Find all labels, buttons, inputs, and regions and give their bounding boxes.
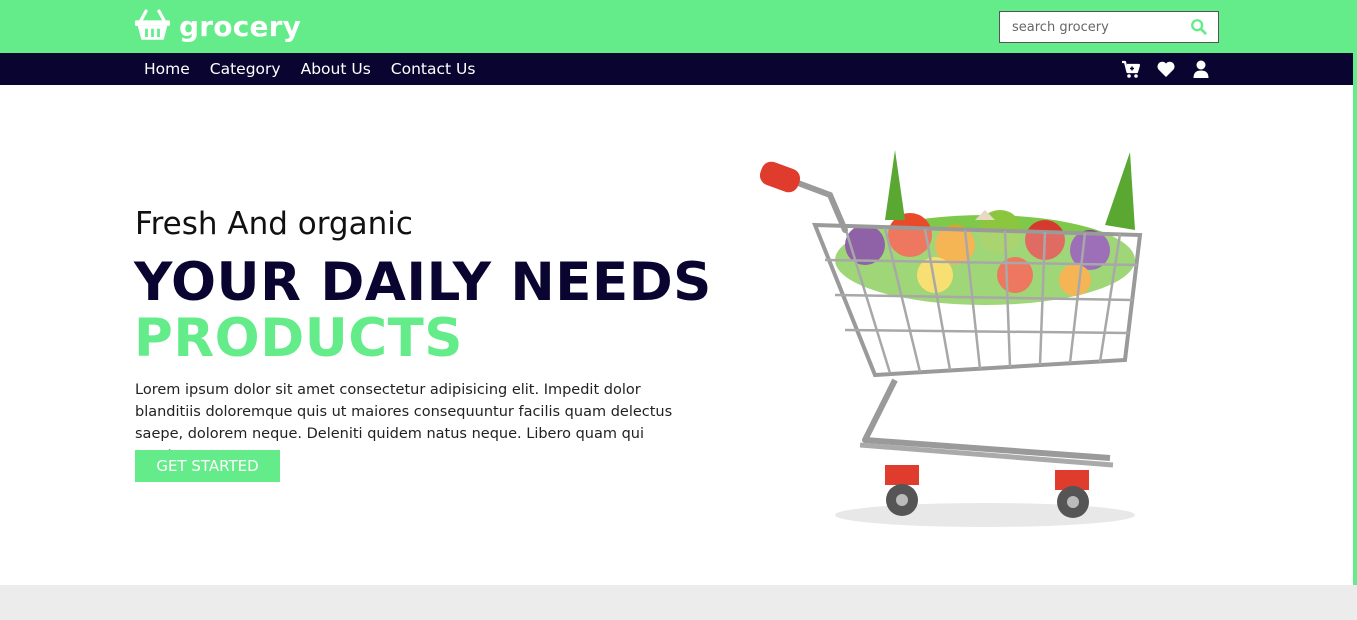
get-started-button[interactable]: GET STARTED bbox=[135, 450, 280, 482]
nav-link-category[interactable]: Category bbox=[210, 53, 281, 85]
nav-link-contact-us[interactable]: Contact Us bbox=[391, 53, 476, 85]
basket-icon bbox=[134, 8, 171, 46]
top-header: grocery bbox=[0, 0, 1357, 53]
nav-link-about-us[interactable]: About Us bbox=[301, 53, 371, 85]
nav-link-home[interactable]: Home bbox=[144, 53, 190, 85]
search-box bbox=[999, 11, 1219, 43]
cart-icon[interactable] bbox=[1121, 59, 1141, 79]
heart-icon[interactable] bbox=[1156, 59, 1176, 79]
main-navigation: Home Category About Us Contact Us bbox=[0, 53, 1357, 85]
hero-subtitle: Fresh And organic bbox=[135, 206, 413, 242]
search-input[interactable] bbox=[1012, 13, 1192, 41]
user-icon[interactable] bbox=[1191, 59, 1211, 79]
brand-logo[interactable]: grocery bbox=[134, 8, 301, 46]
brand-name: grocery bbox=[179, 10, 302, 43]
search-icon[interactable] bbox=[1190, 18, 1208, 36]
next-section-strip bbox=[0, 585, 1357, 620]
hero-headline: YOUR DAILY NEEDS bbox=[134, 252, 712, 313]
page-edge-accent bbox=[1353, 0, 1357, 585]
hero-cart-image bbox=[745, 140, 1165, 535]
hero-headline-accent: PRODUCTS bbox=[134, 308, 463, 369]
